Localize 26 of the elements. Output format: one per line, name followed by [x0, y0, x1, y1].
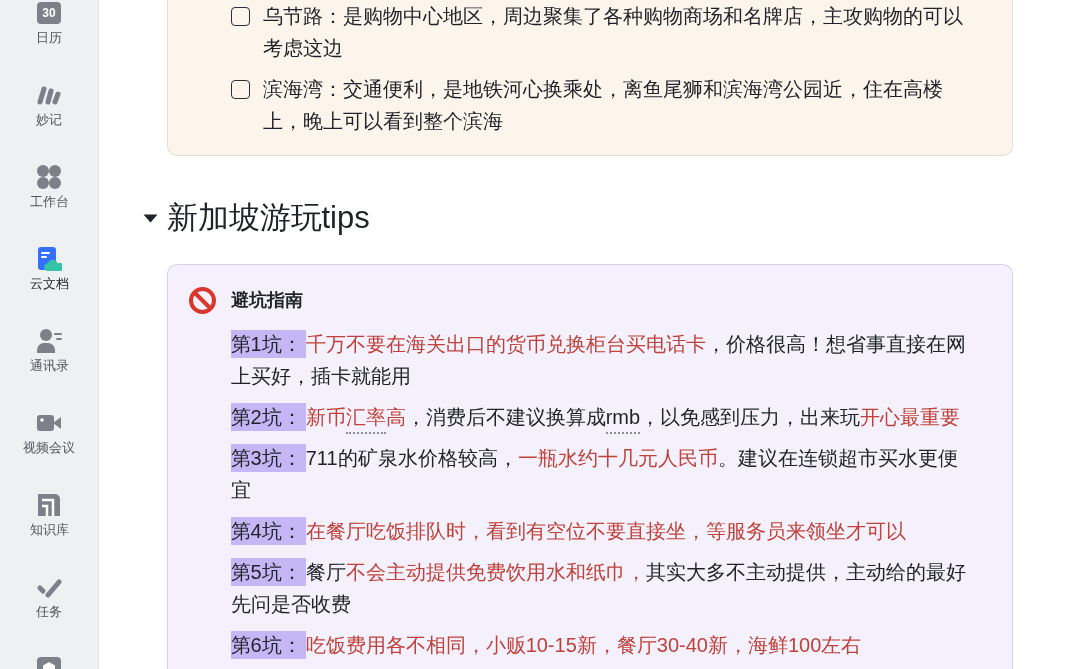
tip-text: 第4坑： 在餐厅吃饭排队时，看到有空位不要直接坐，等服务员来领坐才可以	[230, 515, 971, 547]
checkbox[interactable]	[230, 80, 250, 99]
prohibited-icon	[188, 286, 216, 314]
tip-text: 第3坑： 711的矿泉水价格较高，一瓶水约十几元人民币。建议在连锁超市买水更便宜	[230, 442, 971, 506]
checklist-text: 滨海湾：交通便利，是地铁河心换乘处，离鱼尾狮和滨海湾公园近，住在高楼上，晚上可以看到整个滨海	[262, 77, 944, 134]
sidebar-item[interactable]: 妙记	[36, 82, 62, 128]
document-cloud-icon	[36, 246, 62, 272]
grid-dots-icon	[36, 164, 62, 190]
tip-text: 第6坑： 吃饭费用各不相同，小贩10-15新，餐厅30-40新，海鲜100左右	[230, 629, 971, 661]
checklist-text: 乌节路：是购物中心地区，周边聚集了各种购物商场和名牌店，主攻购物的可以考虑这边	[262, 4, 964, 61]
sidebar-item[interactable]: 视频会议	[23, 410, 75, 456]
tip-text: 第2坑： 新币汇率高，消费后不建议换算成rmb，以免感到压力，出来玩开心最重要	[230, 401, 971, 433]
sidebar-item[interactable]: 知识库	[29, 492, 69, 538]
sidebar-item[interactable]: 任务	[36, 574, 62, 620]
sidebar-item[interactable]: 通讯录	[29, 328, 69, 374]
nested-frames-icon	[36, 492, 62, 518]
sidebar-item[interactable]: 云文档	[29, 246, 69, 292]
contact-icon	[36, 328, 62, 354]
tip-text: 第1坑： 千万不要在海关出口的货币兑换柜台买电话卡，价格很高！想省事直接在网上买好，插卡就能用	[230, 328, 971, 392]
section-heading: 新加坡游玩tips	[166, 199, 370, 237]
sidebar-item[interactable]: 工作台	[29, 164, 69, 210]
calendar-date: 30	[42, 6, 56, 20]
tip-text: 第5坑： 餐厅不会主动提供免费饮用水和纸巾，其实大多不主动提供，主动给的最好先问是否收费	[230, 556, 971, 620]
sidebar-item[interactable]: 30 日历	[36, 0, 62, 46]
checkbox[interactable]	[230, 7, 250, 26]
callout-title: 避坑指南	[230, 289, 303, 312]
